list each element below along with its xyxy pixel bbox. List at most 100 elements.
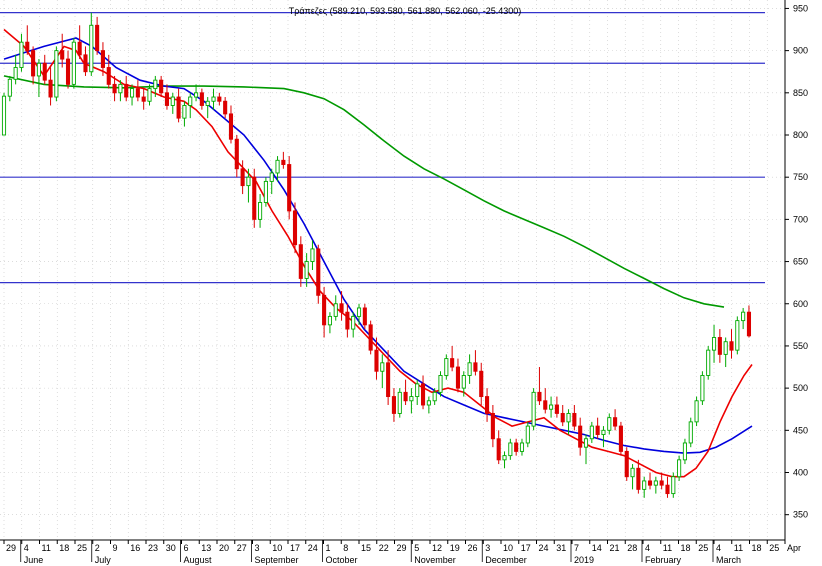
x-tick-label: 20 [219, 543, 229, 553]
candle-body [386, 362, 391, 398]
candle-body [630, 467, 635, 478]
candle-body [566, 412, 571, 423]
candle-body [287, 164, 292, 212]
x-tick-label: 22 [379, 543, 389, 553]
candle-body [665, 484, 670, 495]
candle-body [461, 375, 466, 389]
x-tick-label: 12 [432, 543, 442, 553]
month-label: October [326, 555, 358, 565]
y-tick-label: 900 [793, 46, 808, 56]
candle-body [54, 50, 59, 98]
candle-body [554, 404, 559, 414]
candle-body [194, 92, 199, 98]
candle-body [607, 417, 612, 431]
candle-body [409, 396, 414, 402]
candle-body [420, 383, 426, 406]
month-label: September [255, 555, 299, 565]
candle-body [124, 83, 129, 98]
x-tick-label: 30 [166, 543, 176, 553]
candle-body [298, 244, 303, 279]
x-tick-label: 5 [414, 543, 419, 553]
y-tick-label: 800 [793, 130, 808, 140]
candle-body [490, 412, 495, 440]
candle-body [351, 315, 356, 330]
x-tick-label: 11 [663, 543, 672, 553]
month-label: 2019 [574, 555, 594, 565]
candle-body [572, 412, 577, 427]
x-tick-label: 3 [255, 543, 260, 553]
x-tick-label: 8 [343, 543, 348, 553]
candle-body [601, 429, 606, 435]
candle-body [31, 50, 36, 77]
candle-body [234, 138, 239, 170]
candle-body [48, 79, 53, 98]
x-tick-label: 25 [769, 543, 779, 553]
candle-body [95, 24, 100, 52]
candle-body [258, 202, 263, 220]
month-label: February [645, 555, 682, 565]
candle-body [188, 96, 193, 106]
candle-body [711, 337, 717, 351]
x-tick-label: 24 [308, 543, 318, 553]
candle-body [450, 358, 455, 368]
candle-body [100, 50, 105, 68]
x-tick-label: 6 [184, 543, 189, 553]
x-tick-label: 10 [503, 543, 513, 553]
x-tick-label: 11 [734, 543, 743, 553]
candle-body [316, 248, 321, 296]
candle-body [415, 383, 420, 398]
candle-body [228, 113, 234, 140]
candle-body [700, 375, 705, 402]
candle-body [560, 412, 565, 423]
candle-body [362, 307, 367, 326]
candle-body [380, 362, 385, 372]
x-tick-label: 18 [59, 543, 69, 553]
candle-body [549, 404, 554, 410]
x-tick-label: 17 [521, 543, 531, 553]
month-label: June [24, 555, 44, 565]
candle-body [671, 476, 676, 495]
candle-body [485, 396, 490, 414]
candle-body [688, 421, 693, 444]
candle-body [106, 67, 111, 85]
candle-body [252, 176, 257, 220]
candle-body [153, 79, 158, 90]
y-tick-label: 350 [793, 510, 808, 520]
x-tick-label: 13 [201, 543, 211, 553]
candle-body [438, 375, 443, 393]
candle-body [583, 438, 589, 448]
x-tick-label: 26 [468, 543, 478, 553]
y-axis: 350 400 450 500 550 600 650 700 750 800 850 900 950 [784, 0, 808, 540]
candle-body [217, 96, 222, 102]
y-tick-label: 600 [793, 299, 808, 309]
candle-body [467, 362, 472, 376]
candle-body [1, 95, 7, 136]
candle-body [578, 425, 583, 448]
candle-body [310, 248, 315, 263]
candle-body [729, 341, 734, 351]
candle-body [199, 92, 204, 106]
candle-body [589, 425, 594, 440]
y-tick-label: 450 [793, 425, 808, 435]
x-tick-label: 29 [6, 543, 16, 553]
candle-body [531, 391, 536, 427]
candle-body [694, 400, 699, 423]
candle-body [444, 358, 449, 376]
candle-body [112, 83, 117, 94]
candle-body [135, 88, 140, 98]
candle-body [118, 83, 123, 94]
month-label: March [716, 555, 741, 565]
candle-body [176, 96, 181, 119]
candle-body [537, 391, 542, 402]
x-tick-label: 4 [716, 543, 721, 553]
candle-body [246, 176, 251, 187]
candle-body [141, 96, 146, 102]
candle-body [432, 391, 437, 402]
x-axis: 29 4 11 18 25 2 9 16 23 30 6 13 20 27 3 10 17 24 1 8 15 22 29 5… [0, 539, 801, 565]
candle-body [735, 320, 740, 351]
y-tick-label: 850 [793, 88, 808, 98]
candle-body [479, 370, 484, 398]
candle-body [60, 50, 65, 60]
candle-body [647, 480, 653, 486]
candle-body [741, 311, 746, 322]
